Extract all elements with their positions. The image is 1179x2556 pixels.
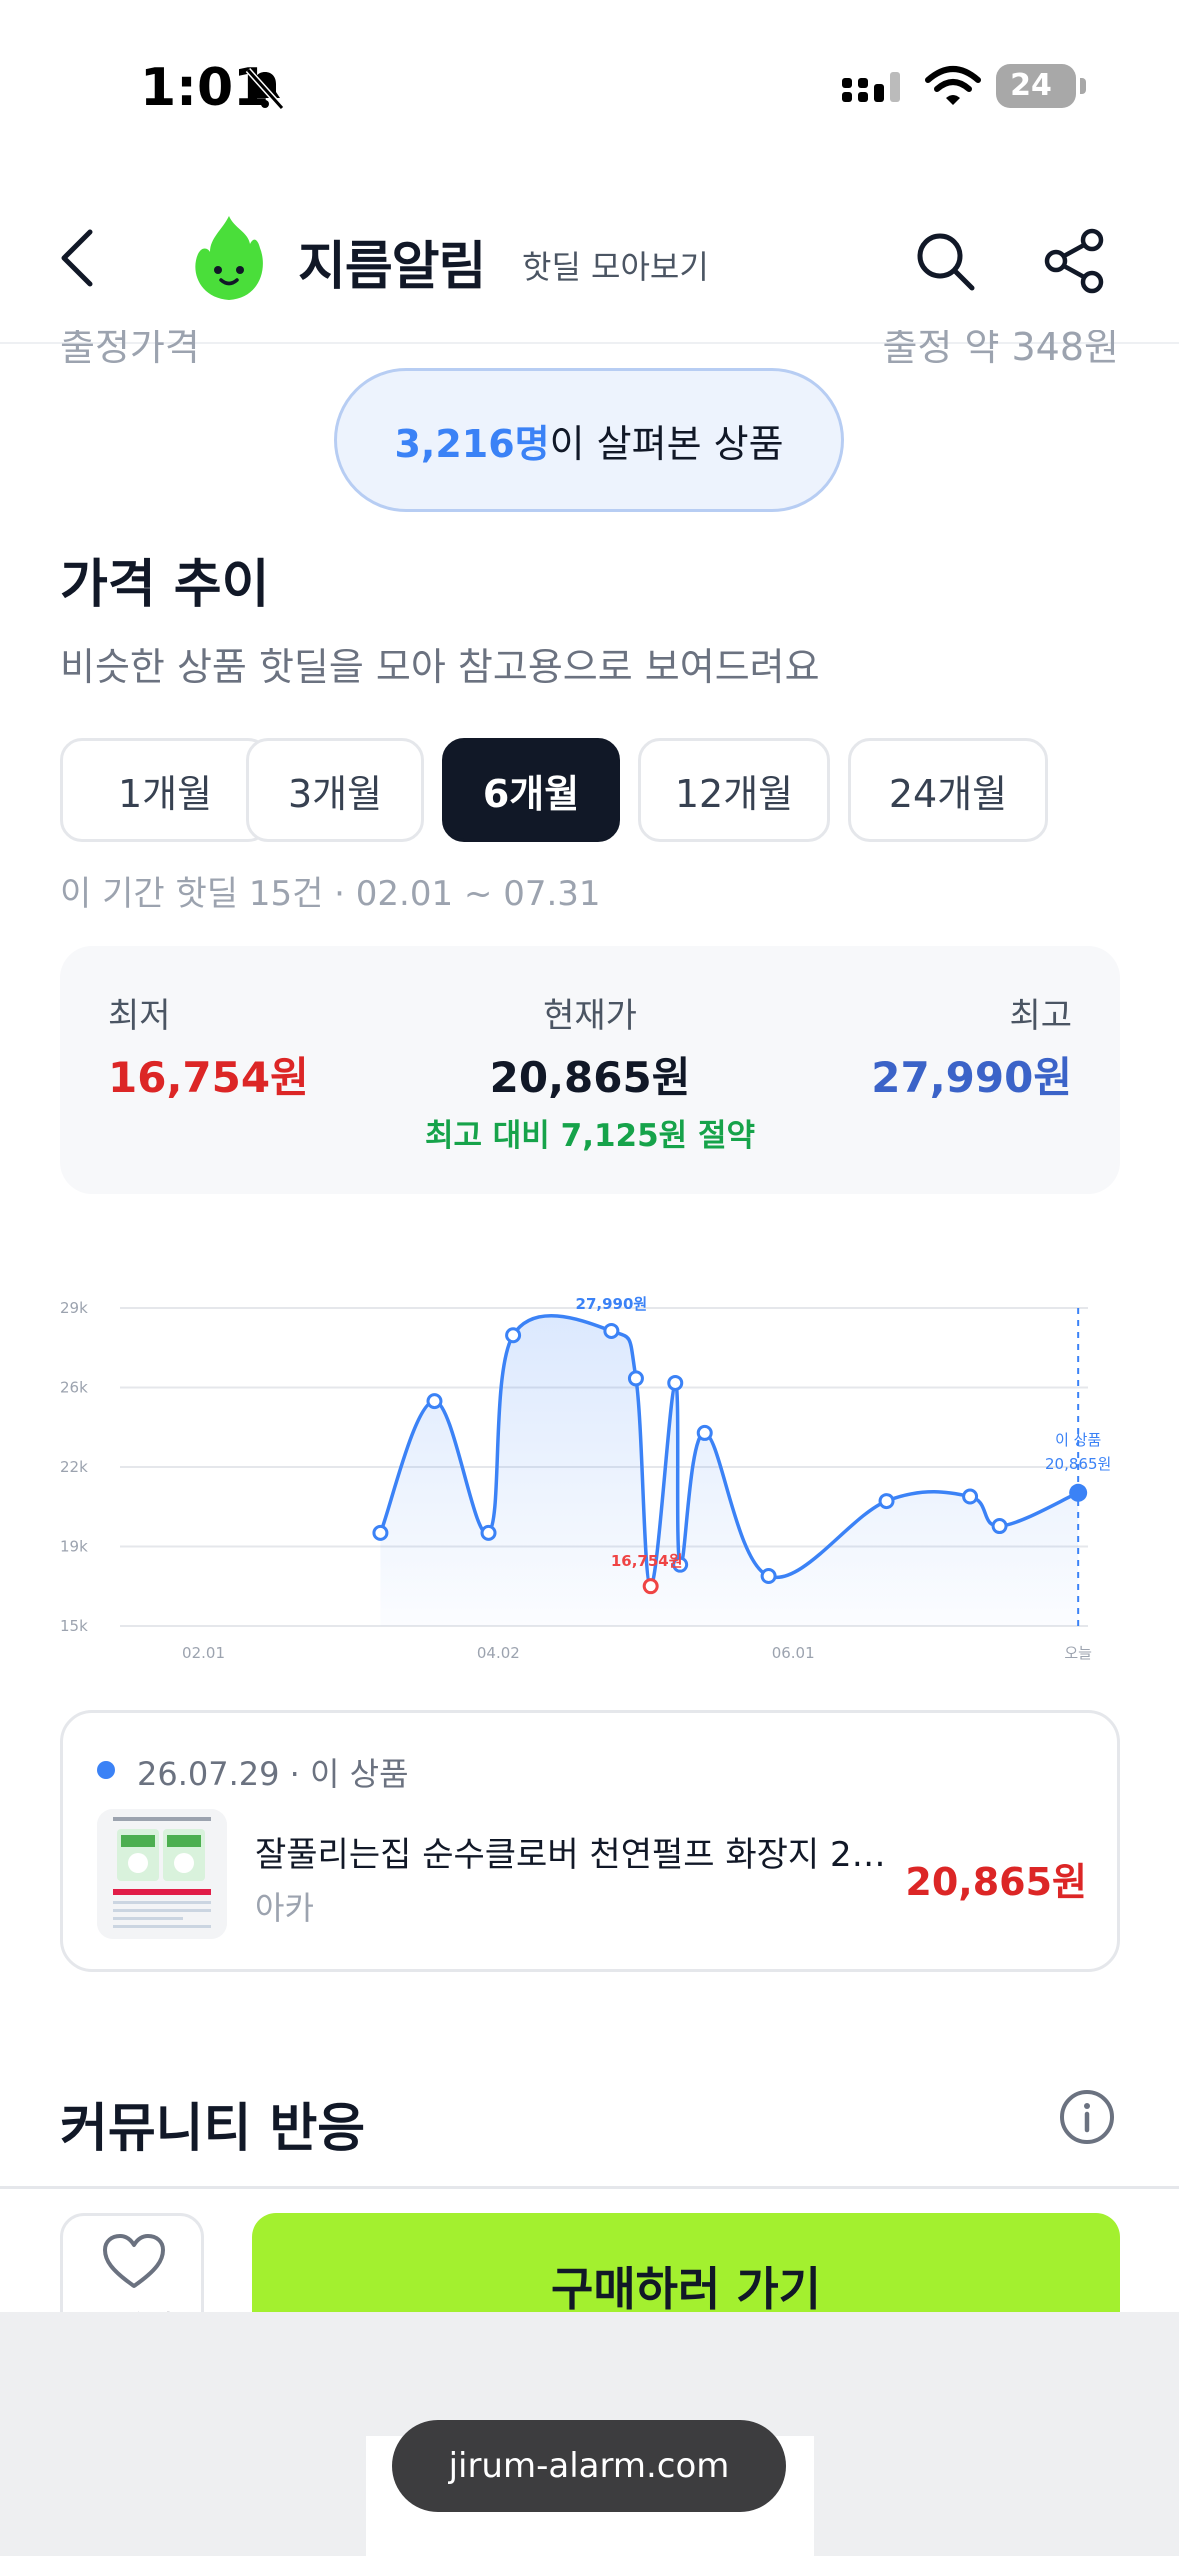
price-chart: 29k 26k 22k 19k 15k 02.01 04.02 06.01 오늘 27,990원 1… (60, 1280, 1120, 1680)
signal-icon (842, 72, 900, 102)
chart-min-point (642, 1578, 659, 1595)
product-image (97, 1809, 227, 1939)
chart-y-tick: 22k (60, 1458, 88, 1476)
back-icon[interactable] (54, 226, 100, 290)
saving-text: 최고 대비 7,125원 절약 (424, 1118, 756, 1154)
browser-url-bar[interactable]: jirum-alarm.com (392, 2420, 786, 2512)
product-thumbnail (97, 1809, 227, 1939)
period-tab-3m[interactable]: 3개월 (246, 738, 424, 842)
chart-point (878, 1493, 895, 1510)
chart-point (426, 1393, 443, 1410)
browser-toolbar: jirum-alarm.com (0, 2312, 1179, 2556)
battery-level: 24 (1010, 68, 1052, 103)
chart-point (760, 1568, 777, 1585)
chart-y-tick: 29k (60, 1299, 88, 1317)
share-icon[interactable] (1042, 226, 1108, 296)
info-icon[interactable] (1058, 2088, 1116, 2146)
bell-muted-icon (245, 67, 285, 111)
viewers-suffix: 이 살펴본 상품 (549, 421, 784, 466)
current-deal-dot (97, 1761, 115, 1779)
price-stats-card: 최저 16,754원 현재가 20,865원 최고 27,990원 최고 대비 … (60, 946, 1120, 1194)
scrolled-price-row: 출정가격 출정 약 348원 (0, 330, 1179, 370)
search-icon[interactable] (912, 228, 978, 294)
wifi-icon (925, 66, 981, 105)
bottom-action-bar: 찜하기 구매하러 가기 (0, 2186, 1179, 2359)
chart-point (627, 1370, 644, 1387)
battery-indicator: 24 (996, 64, 1086, 108)
chart-point (505, 1327, 522, 1344)
deal-price: 20,865원 (905, 1860, 1087, 1904)
period-tab-6m[interactable]: 6개월 (442, 738, 620, 842)
viewers-count: 3,216명 (394, 421, 550, 466)
chart-max-label: 27,990원 (576, 1295, 648, 1313)
chart-point (667, 1374, 684, 1391)
battery-cap (1080, 78, 1086, 94)
viewers-badge: 3,216명 이 살펴본 상품 (334, 368, 844, 512)
period-tab-1m[interactable]: 1개월 (60, 738, 270, 842)
period-tab-24m[interactable]: 24개월 (848, 738, 1048, 842)
chart-min-label: 16,754원 (611, 1552, 683, 1570)
chart-point (603, 1322, 620, 1339)
heart-icon (103, 2234, 165, 2288)
chart-point (696, 1424, 713, 1441)
brand-name: 지름알림 (298, 237, 486, 297)
chart-x-tick: 02.01 (182, 1644, 225, 1662)
price-trend-description: 비슷한 상품 핫딜을 모아 참고용으로 보여드려요 (60, 645, 820, 689)
app-header: 지름알림 핫딜 모아보기 (0, 150, 1179, 344)
community-title: 커뮤니티 반응 (60, 2099, 366, 2159)
scrolled-row-right: 출정 약 348원 (882, 330, 1119, 369)
period-tab-12m[interactable]: 12개월 (638, 738, 830, 842)
chart-point (962, 1488, 979, 1505)
deal-card[interactable]: 26.07.29 · 이 상품 잘풀리는집 순수클로버 천연펄프 화장지 27.… (60, 1710, 1120, 1972)
period-info: 이 기간 핫딜 15건 · 02.01 ~ 07.31 (60, 874, 601, 914)
chart-x-tick: 오늘 (1064, 1644, 1092, 1662)
price-trend-title: 가격 추이 (60, 555, 270, 615)
chart-current-point (1069, 1483, 1088, 1502)
status-bar: 1:01 24 (0, 0, 1179, 150)
chart-x-tick: 06.01 (772, 1644, 815, 1662)
brand-subtitle: 핫딜 모아보기 (522, 248, 709, 286)
deal-meta: 26.07.29 · 이 상품 (137, 1755, 409, 1793)
flame-logo-icon[interactable] (188, 212, 270, 304)
deal-seller: 아카 (255, 1889, 314, 1927)
max-price-value: 27,990원 (871, 1053, 1072, 1102)
chart-x-tick: 04.02 (477, 1644, 520, 1662)
deal-title: 잘풀리는집 순수클로버 천연펄프 화장지 27... (255, 1835, 895, 1875)
chart-area (380, 1315, 1079, 1626)
chart-point (372, 1524, 389, 1541)
chart-point (480, 1524, 497, 1541)
chart-current-label: 이 상품 (1055, 1431, 1101, 1449)
max-price-label: 최고 (1009, 996, 1072, 1036)
chart-y-tick: 26k (60, 1379, 88, 1397)
chart-y-tick: 15k (60, 1617, 88, 1635)
chart-y-tick: 19k (60, 1538, 88, 1556)
current-price-label: 현재가 (543, 996, 637, 1036)
scrolled-row-left: 출정가격 (60, 330, 200, 369)
chart-point (991, 1518, 1008, 1535)
price-chart-svg: 29k 26k 22k 19k 15k 02.01 04.02 06.01 오늘 27,990원 1… (60, 1295, 1111, 1662)
chart-current-value: 20,865원 (1045, 1455, 1111, 1473)
